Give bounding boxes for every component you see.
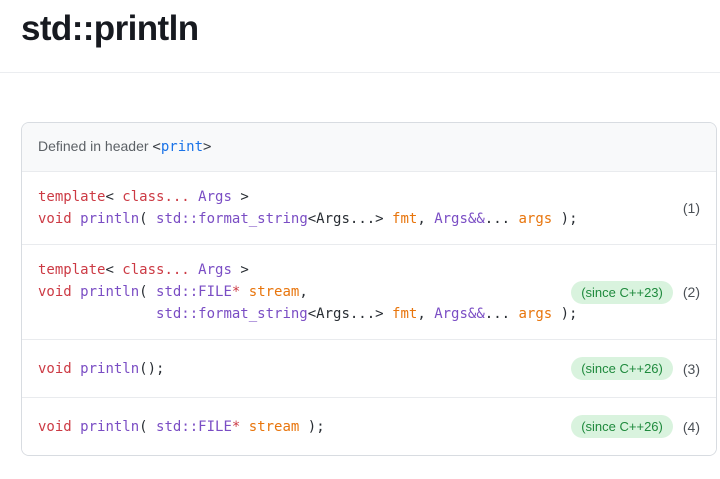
code-line: void println( std::format_string<Args...… xyxy=(38,211,578,227)
since-badge: (since C++23) xyxy=(571,280,673,304)
defined-in-header-label: Defined in header xyxy=(38,138,153,154)
declaration-meta: (1) xyxy=(683,200,700,216)
declaration-row: template< class... Args > void println( s… xyxy=(22,244,716,339)
code-line: std::format_string<Args...> fmt, Args&&.… xyxy=(156,306,578,322)
code-block: template< class... Args > void println( s… xyxy=(38,186,671,230)
overload-number: (2) xyxy=(682,284,700,300)
overload-number: (4) xyxy=(682,418,700,435)
declarations-box: Defined in header <print> template< clas… xyxy=(21,122,717,456)
print-header-link[interactable]: print xyxy=(161,139,203,155)
overload-number: (1) xyxy=(682,200,700,216)
code-line: void println( std::FILE* stream, xyxy=(38,284,308,300)
code-block: template< class... Args > void println( s… xyxy=(38,259,578,325)
declaration-meta: (since C++26) (4) xyxy=(571,415,700,438)
declaration-meta: (since C++26) (3) xyxy=(571,357,700,380)
declaration-row: void println( std::FILE* stream ); (since… xyxy=(22,397,716,455)
code-line: void println( std::FILE* stream ); xyxy=(38,418,325,435)
page-title: std::println xyxy=(21,9,199,48)
declaration-meta: (since C++23) (2) xyxy=(571,280,700,304)
code-line: template< class... Args > xyxy=(38,189,249,205)
defined-in-header-row: Defined in header <print> xyxy=(22,123,716,171)
close-angle-bracket: > xyxy=(203,139,212,155)
since-badge: (since C++26) xyxy=(571,415,673,438)
code-line: void println(); xyxy=(38,360,165,377)
code-line: template< class... Args > xyxy=(38,262,249,278)
overload-number: (3) xyxy=(682,360,700,377)
since-badge: (since C++26) xyxy=(571,357,673,380)
declaration-list: template< class... Args > void println( s… xyxy=(22,171,716,455)
code-block: void println(); xyxy=(38,358,559,380)
code-block: void println( std::FILE* stream ); xyxy=(38,416,559,438)
declaration-row: template< class... Args > void println( s… xyxy=(22,171,716,244)
open-angle-bracket: < xyxy=(152,139,161,155)
title-divider xyxy=(0,72,720,73)
declaration-row: void println(); (since C++26) (3) xyxy=(22,339,716,397)
